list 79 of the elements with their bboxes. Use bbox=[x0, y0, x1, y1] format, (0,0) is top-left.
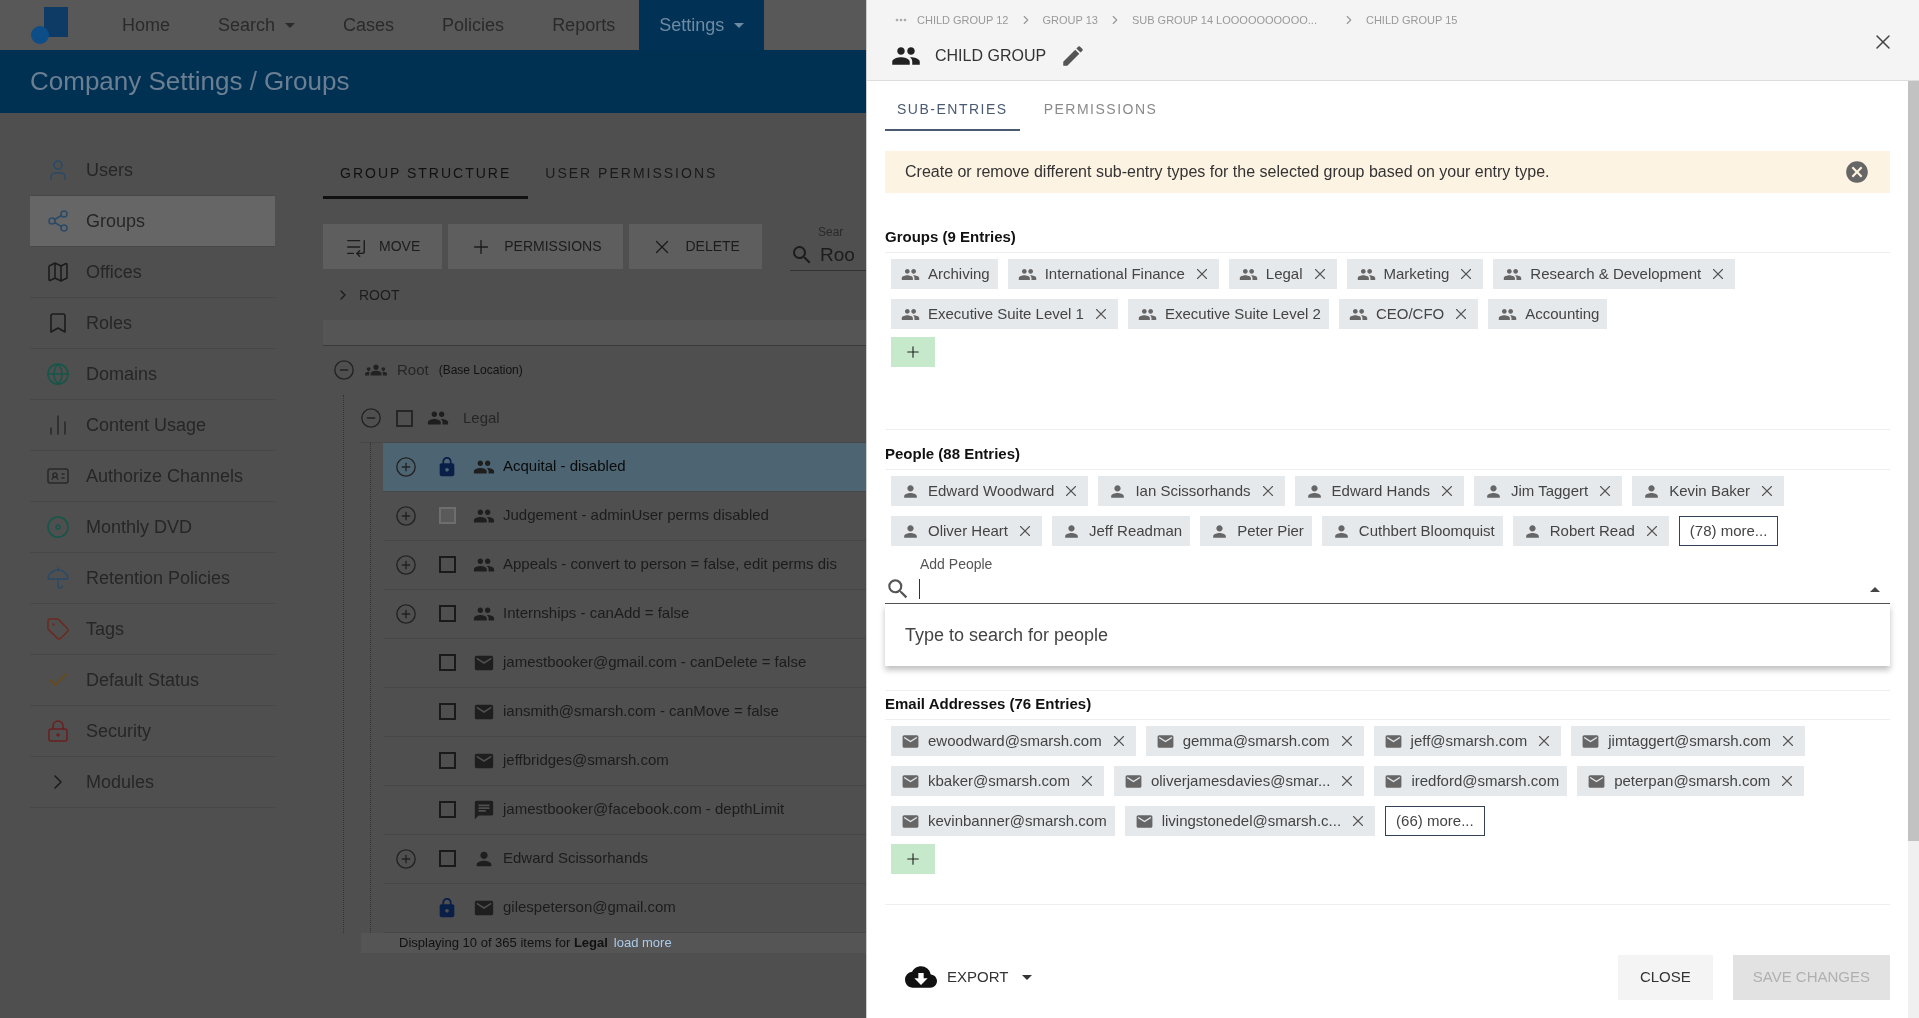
chip-label: Legal bbox=[1265, 263, 1303, 284]
section-title: Email Addresses (76 Entries) bbox=[885, 694, 1092, 715]
chip-label: Kevin Baker bbox=[1669, 480, 1751, 501]
dismiss-icon[interactable] bbox=[1844, 159, 1870, 185]
chip-label: Jeff Readman bbox=[1089, 520, 1183, 541]
chip-label: Jim Taggert bbox=[1510, 480, 1589, 501]
add-button[interactable] bbox=[891, 844, 935, 874]
breadcrumb-item[interactable]: GROUP 13 bbox=[1042, 12, 1098, 29]
tab[interactable]: SUB-ENTRIES bbox=[885, 81, 1020, 131]
chip-label: Edward Hands bbox=[1331, 480, 1430, 501]
chip-label: Executive Suite Level 1 bbox=[928, 303, 1084, 324]
expand-icon[interactable] bbox=[395, 455, 417, 478]
chip-label: iredford@smarsh.com bbox=[1411, 770, 1560, 791]
section-title: People (88 Entries) bbox=[885, 444, 1021, 465]
add-button[interactable] bbox=[891, 337, 935, 367]
sidebar-item[interactable]: Groups bbox=[30, 196, 275, 247]
more-button[interactable]: (78) more... bbox=[1678, 516, 1779, 546]
tree-item-note: (Base Location) bbox=[438, 362, 523, 379]
tab[interactable]: GROUP STRUCTURE bbox=[323, 151, 529, 199]
chip-label: Archiving bbox=[928, 263, 990, 284]
chip-label: Robert Read bbox=[1549, 520, 1635, 541]
chip-label: International Finance bbox=[1044, 263, 1185, 284]
tab[interactable]: PERMISSIONS bbox=[1031, 81, 1170, 131]
more-button[interactable]: (66) more... bbox=[1385, 806, 1485, 836]
chip-label: kevinbanner@smarsh.com bbox=[928, 810, 1107, 831]
chat-icon bbox=[473, 798, 495, 821]
checkbox[interactable] bbox=[438, 752, 456, 769]
checkbox[interactable] bbox=[438, 801, 456, 818]
globe-icon bbox=[46, 362, 70, 386]
chip-label: Edward Woodward bbox=[928, 480, 1055, 501]
chip-label: livingstonedel@smarsh.c... bbox=[1161, 810, 1342, 831]
checkbox[interactable] bbox=[396, 409, 413, 427]
page-title: Company Settings / Groups bbox=[30, 65, 350, 98]
close-button[interactable]: CLOSE bbox=[1617, 954, 1713, 1000]
chip-label: Marketing bbox=[1383, 263, 1450, 284]
chip-label: gemma@smarsh.com bbox=[1182, 730, 1330, 751]
chip-label: oliverjamesdavies@smar... bbox=[1150, 770, 1331, 791]
chip-label: CEO/CFO bbox=[1375, 303, 1445, 324]
chip-label: Cuthbert Bloomquist bbox=[1358, 520, 1495, 541]
tag-icon bbox=[46, 617, 70, 641]
lock-icon bbox=[46, 719, 70, 743]
dropdown-hint: Type to search for people bbox=[905, 623, 1109, 647]
plus-icon bbox=[904, 343, 922, 361]
share-icon bbox=[46, 209, 70, 233]
chip-label: ewoodward@smarsh.com bbox=[928, 730, 1102, 751]
tree-row[interactable]: Acquital - disabled bbox=[383, 442, 866, 492]
chip-label: Research & Development bbox=[1530, 263, 1702, 284]
chip-label: jeff@smarsh.com bbox=[1410, 730, 1528, 751]
umbrella-icon bbox=[46, 566, 70, 590]
disc-icon bbox=[46, 515, 70, 539]
checkbox[interactable] bbox=[438, 654, 456, 671]
chip-label: peterpan@smarsh.com bbox=[1614, 770, 1771, 791]
section-title: Groups (9 Entries) bbox=[885, 227, 1016, 248]
breadcrumb-item[interactable]: CHILD GROUP 15 bbox=[1365, 12, 1458, 29]
checkbox[interactable] bbox=[438, 703, 456, 720]
chip-label: Peter Pier bbox=[1237, 520, 1304, 541]
chip-label: Oliver Heart bbox=[928, 520, 1009, 541]
chip-label: kbaker@smarsh.com bbox=[928, 770, 1070, 791]
export-button[interactable]: EXPORT bbox=[905, 961, 1033, 993]
caret-icon bbox=[1022, 974, 1033, 980]
logo-icon bbox=[30, 5, 70, 45]
load-more-link[interactable]: load more bbox=[613, 932, 672, 953]
alert-text: Create or remove different sub-entry types for the selected group based on your entry type. bbox=[905, 162, 1550, 182]
chip-label: Ian Scissorhands bbox=[1135, 480, 1251, 501]
checkbox[interactable] bbox=[438, 605, 456, 622]
map-icon bbox=[46, 260, 70, 284]
breadcrumb-item[interactable]: SUB GROUP 14 LOOOOOOOOOO... bbox=[1131, 12, 1332, 29]
chip-label: jimtaggert@smarsh.com bbox=[1608, 730, 1771, 751]
breadcrumb-item[interactable]: CHILD GROUP 12 bbox=[917, 12, 1009, 29]
checkbox[interactable] bbox=[438, 850, 456, 867]
chip-label: Executive Suite Level 2 bbox=[1164, 303, 1321, 324]
plus-icon bbox=[904, 850, 922, 868]
chip-label: Accounting bbox=[1525, 303, 1600, 324]
panel-title: CHILD GROUP bbox=[935, 45, 1047, 66]
nav-tab[interactable]: Settings bbox=[639, 0, 765, 50]
checkbox[interactable] bbox=[438, 556, 456, 573]
tree-footer-text: Displaying 10 of 365 items for Legal bbox=[399, 933, 608, 952]
sidebar-label: Groups bbox=[86, 209, 146, 233]
tree-item-label[interactable]: Acquital - disabled bbox=[503, 455, 626, 478]
